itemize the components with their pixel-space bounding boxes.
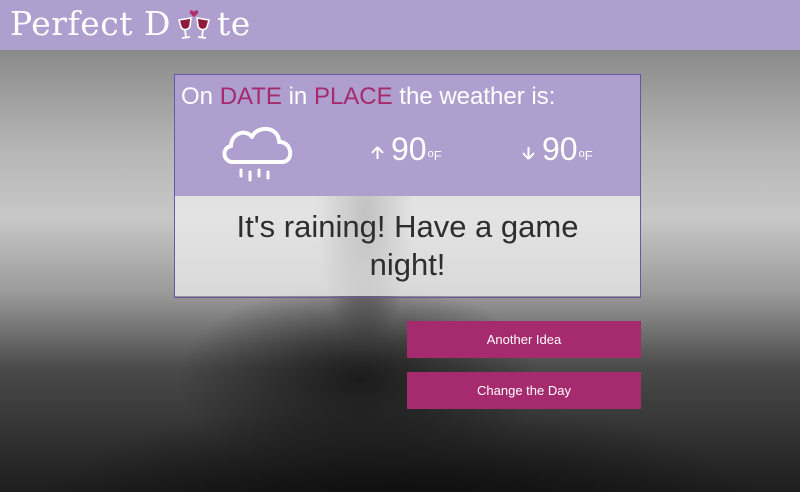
headline-prefix: On xyxy=(181,83,220,110)
weather-headline: On DATE in PLACE the weather is: xyxy=(181,83,555,111)
another-idea-button[interactable]: Another Idea xyxy=(407,321,641,358)
idea-panel: It's raining! Have a game night! xyxy=(175,196,640,296)
date-placeholder: DATE xyxy=(219,83,282,110)
date-idea-text: It's raining! Have a game night! xyxy=(236,209,579,282)
low-temperature: 90 oF xyxy=(522,131,593,171)
headline-mid: in xyxy=(281,83,314,110)
weather-panel: On DATE in PLACE the weather is: 90 oF 9… xyxy=(175,75,640,196)
arrow-down-icon xyxy=(522,146,536,165)
weather-card: On DATE in PLACE the weather is: 90 oF 9… xyxy=(174,74,641,298)
logo-text-start: Perfect D xyxy=(10,4,171,43)
header-bar: Perfect D te xyxy=(0,0,800,50)
high-temperature: 90 oF xyxy=(371,131,442,171)
change-day-button[interactable]: Change the Day xyxy=(407,372,641,409)
logo-text-end: te xyxy=(216,4,251,43)
high-temp-value: 90 xyxy=(391,131,427,167)
wine-glasses-heart-icon xyxy=(173,6,215,42)
low-temp-value: 90 xyxy=(542,131,578,167)
logo[interactable]: Perfect D te xyxy=(10,4,251,43)
high-temp-unit: oF xyxy=(428,148,442,163)
arrow-up-icon xyxy=(371,146,385,165)
rain-cloud-icon xyxy=(219,120,297,184)
low-temp-unit: oF xyxy=(579,148,593,163)
place-placeholder: PLACE xyxy=(313,83,393,110)
unit-letter: F xyxy=(433,148,442,163)
headline-suffix: the weather is: xyxy=(392,83,556,110)
unit-letter: F xyxy=(584,148,593,163)
